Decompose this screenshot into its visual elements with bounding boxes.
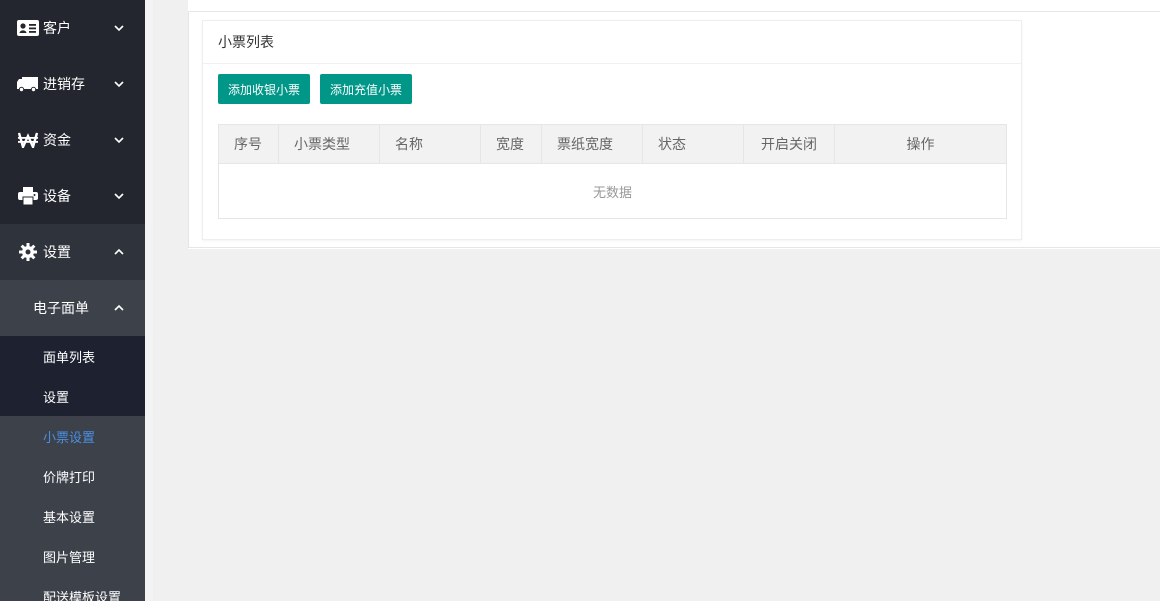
nav-label-funds: 资金 xyxy=(43,133,71,149)
sidebar: 客户 进销存 资金 设备 设置 电子面单 面单列表 设置 小票设置 价牌打印 基… xyxy=(0,0,145,601)
empty-message: 无数据 xyxy=(592,185,632,201)
add-receipt-button[interactable]: 添加收银小票 xyxy=(218,74,311,104)
sidebar-item-delivery-template[interactable]: 配送模板设置 xyxy=(0,576,145,601)
chevron-up-icon xyxy=(113,302,125,314)
sidebar-item-label: 图片管理 xyxy=(43,550,96,566)
top-strip xyxy=(188,0,1160,12)
nav-item-funds[interactable]: 资金 xyxy=(0,112,145,168)
col-header-name: 名称 xyxy=(379,124,481,164)
subgroup-label: 电子面单 xyxy=(33,301,89,317)
nav-item-settings[interactable]: 设置 xyxy=(0,224,145,280)
col-header-width: 宽度 xyxy=(480,124,542,164)
nav-label-devices: 设备 xyxy=(43,189,71,205)
chevron-down-icon xyxy=(113,190,125,202)
nav-item-customer[interactable]: 客户 xyxy=(0,0,145,56)
col-header-paper-width: 票纸宽度 xyxy=(541,124,643,164)
sidebar-item-price-tag-print[interactable]: 价牌打印 xyxy=(0,456,145,496)
panel-bottom-border xyxy=(188,247,1160,249)
col-header-type: 小票类型 xyxy=(278,124,380,164)
receipt-table: 序号 小票类型 名称 宽度 票纸宽度 状态 开启关闭 操作 无数据 xyxy=(218,124,1007,219)
add-recharge-receipt-button[interactable]: 添加充值小票 xyxy=(320,74,413,104)
truck-icon xyxy=(17,75,39,93)
col-header-actions: 操作 xyxy=(834,124,1007,164)
nav-subgroup-e-waybill[interactable]: 电子面单 xyxy=(0,280,145,336)
nav-label-customer: 客户 xyxy=(43,21,71,37)
sidebar-item-label: 配送模板设置 xyxy=(43,590,122,601)
card-header: 小票列表 xyxy=(203,21,1021,64)
sidebar-item-label: 价牌打印 xyxy=(43,470,96,486)
sidebar-item-receipt-settings[interactable]: 小票设置 xyxy=(0,416,145,456)
button-row: 添加收银小票 添加充值小票 xyxy=(218,74,413,104)
nav-item-inventory[interactable]: 进销存 xyxy=(0,56,145,112)
sidebar-item-basic-settings[interactable]: 基本设置 xyxy=(0,496,145,536)
card-title: 小票列表 xyxy=(218,35,274,51)
sidebar-item-waybill-settings[interactable]: 设置 xyxy=(0,376,145,416)
main-content: 小票列表 添加收银小票 添加充值小票 序号 小票类型 名称 宽度 票纸宽度 状态… xyxy=(153,0,1160,601)
id-card-icon xyxy=(17,19,39,37)
nav-label-settings: 设置 xyxy=(43,245,71,261)
chevron-down-icon xyxy=(113,22,125,34)
sidebar-divider xyxy=(145,0,153,601)
printer-icon xyxy=(17,187,39,205)
sidebar-item-label: 基本设置 xyxy=(43,510,96,526)
receipt-list-card: 小票列表 添加收银小票 添加充值小票 序号 小票类型 名称 宽度 票纸宽度 状态… xyxy=(202,20,1022,240)
sidebar-item-image-management[interactable]: 图片管理 xyxy=(0,536,145,576)
sidebar-item-label: 设置 xyxy=(43,390,70,406)
col-header-index: 序号 xyxy=(218,124,279,164)
sidebar-item-waybill-list[interactable]: 面单列表 xyxy=(0,336,145,376)
col-header-status: 状态 xyxy=(642,124,744,164)
nav-label-inventory: 进销存 xyxy=(43,77,85,93)
empty-row: 无数据 xyxy=(219,164,1007,219)
sidebar-item-label: 小票设置 xyxy=(43,430,96,446)
chevron-down-icon xyxy=(113,78,125,90)
col-header-toggle: 开启关闭 xyxy=(743,124,835,164)
chevron-up-icon xyxy=(113,246,125,258)
sidebar-item-label: 面单列表 xyxy=(43,350,96,366)
nav-item-devices[interactable]: 设备 xyxy=(0,168,145,224)
gear-icon xyxy=(17,243,39,261)
won-icon xyxy=(17,131,39,149)
chevron-down-icon xyxy=(113,134,125,146)
table-header-row: 序号 小票类型 名称 宽度 票纸宽度 状态 开启关闭 操作 xyxy=(218,124,1007,164)
